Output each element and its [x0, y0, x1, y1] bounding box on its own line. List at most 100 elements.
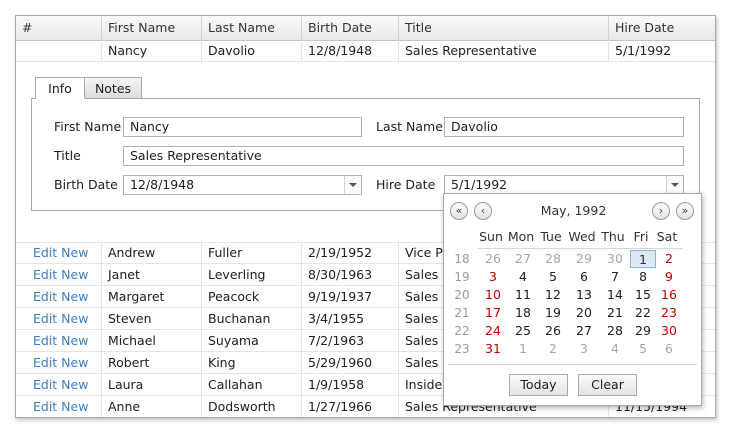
- edit-new-link[interactable]: Edit New: [16, 352, 102, 373]
- calendar-day[interactable]: 14: [602, 286, 628, 304]
- calendar-day[interactable]: 10: [480, 286, 506, 304]
- calendar-day[interactable]: 22: [630, 304, 656, 322]
- tab-info[interactable]: Info: [35, 77, 85, 99]
- calendar-divider: [478, 248, 683, 249]
- birth-date-cell: 12/8/1948: [302, 40, 399, 61]
- chevron-down-icon[interactable]: [344, 176, 361, 194]
- calendar-day[interactable]: 17: [480, 304, 506, 322]
- birth-date-cell: 8/30/1963: [302, 264, 399, 285]
- title-field[interactable]: Sales Representative: [123, 146, 684, 166]
- row-number-cell: [16, 40, 102, 61]
- first-name-cell: Robert: [102, 352, 202, 373]
- column-header-last-name[interactable]: Last Name: [202, 16, 302, 40]
- calendar-day[interactable]: 25: [510, 322, 536, 340]
- last-name-label: Last Name: [376, 119, 443, 134]
- calendar-day[interactable]: 30: [656, 322, 682, 340]
- hire-date-picker[interactable]: 5/1/1992: [444, 175, 684, 195]
- last-name-cell: Davolio: [202, 40, 302, 61]
- calendar-day[interactable]: 4: [510, 268, 536, 286]
- birth-date-cell: 1/9/1958: [302, 374, 399, 395]
- first-name-field[interactable]: Nancy: [123, 117, 362, 137]
- calendar-day[interactable]: 11: [510, 286, 536, 304]
- calendar-day[interactable]: 27: [571, 322, 597, 340]
- last-name-cell: Dodsworth: [202, 396, 302, 417]
- birth-date-picker[interactable]: 12/8/1948: [123, 175, 362, 195]
- calendar-day[interactable]: 27: [510, 250, 536, 268]
- calendar-day[interactable]: 21: [602, 304, 628, 322]
- calendar-day[interactable]: 16: [656, 286, 682, 304]
- double-chevron-left-icon[interactable]: «: [450, 202, 468, 220]
- tab-notes[interactable]: Notes: [84, 77, 142, 99]
- calendar-day[interactable]: 3: [480, 268, 506, 286]
- calendar-day[interactable]: 15: [630, 286, 656, 304]
- calendar-day[interactable]: 5: [630, 340, 656, 358]
- title-label: Title: [54, 148, 81, 163]
- week-number: 20: [454, 288, 470, 302]
- hire-date-value: 5/1/1992: [451, 177, 508, 192]
- day-of-week-header: Sun: [479, 229, 503, 244]
- first-name-label: First Name: [54, 119, 122, 134]
- edit-new-link[interactable]: Edit New: [16, 264, 102, 285]
- edit-new-link[interactable]: Edit New: [16, 330, 102, 351]
- edit-new-link[interactable]: Edit New: [16, 374, 102, 395]
- chevron-right-icon[interactable]: ›: [652, 202, 670, 220]
- edit-new-link[interactable]: Edit New: [16, 396, 102, 417]
- edit-new-link[interactable]: Edit New: [16, 242, 102, 263]
- calendar-day[interactable]: 26: [480, 250, 506, 268]
- column-header-title[interactable]: Title: [399, 16, 609, 40]
- calendar-day[interactable]: 28: [602, 322, 628, 340]
- calendar-day[interactable]: 18: [510, 304, 536, 322]
- week-number: 21: [454, 306, 470, 320]
- last-name-cell: Callahan: [202, 374, 302, 395]
- calendar-day[interactable]: 3: [571, 340, 597, 358]
- calendar-day[interactable]: 5: [540, 268, 566, 286]
- calendar-day[interactable]: 8: [630, 268, 656, 286]
- week-number: 19: [454, 270, 470, 284]
- first-name-cell: Margaret: [102, 286, 202, 307]
- today-button[interactable]: Today: [509, 374, 568, 396]
- calendar-day[interactable]: 19: [540, 304, 566, 322]
- calendar-day[interactable]: 4: [602, 340, 628, 358]
- calendar-day[interactable]: 28: [540, 250, 566, 268]
- birth-date-cell: 5/29/1960: [302, 352, 399, 373]
- grid-header: # First Name Last Name Birth Date Title …: [16, 16, 715, 41]
- double-chevron-right-icon[interactable]: »: [676, 202, 694, 220]
- calendar-day[interactable]: 13: [571, 286, 597, 304]
- last-name-cell: Fuller: [202, 242, 302, 263]
- chevron-left-icon[interactable]: ‹: [474, 202, 492, 220]
- edit-new-link[interactable]: Edit New: [16, 308, 102, 329]
- first-name-cell: Janet: [102, 264, 202, 285]
- calendar-day-selected[interactable]: 1: [630, 250, 656, 268]
- chevron-down-icon[interactable]: [666, 176, 683, 194]
- column-header-number[interactable]: #: [16, 16, 102, 40]
- column-header-first-name[interactable]: First Name: [102, 16, 202, 40]
- calendar-day[interactable]: 24: [480, 322, 506, 340]
- calendar-day[interactable]: 29: [571, 250, 597, 268]
- title-cell: Sales Representative: [399, 40, 609, 61]
- calendar-day[interactable]: 7: [602, 268, 628, 286]
- calendar-day[interactable]: 20: [571, 304, 597, 322]
- calendar-day[interactable]: 31: [480, 340, 506, 358]
- clear-button[interactable]: Clear: [578, 374, 637, 396]
- calendar-day[interactable]: 9: [656, 268, 682, 286]
- column-header-hire-date[interactable]: Hire Date: [609, 16, 715, 40]
- birth-date-cell: 1/27/1966: [302, 396, 399, 417]
- calendar-day[interactable]: 26: [540, 322, 566, 340]
- edit-new-link[interactable]: Edit New: [16, 286, 102, 307]
- table-row-expanded[interactable]: Nancy Davolio 12/8/1948 Sales Representa…: [16, 40, 715, 62]
- calendar-footer-divider: [448, 364, 697, 365]
- calendar-day[interactable]: 12: [540, 286, 566, 304]
- day-of-week-header: Wed: [568, 229, 596, 244]
- last-name-field[interactable]: Davolio: [444, 117, 684, 137]
- calendar-day[interactable]: 29: [630, 322, 656, 340]
- calendar-day[interactable]: 6: [656, 340, 682, 358]
- calendar-day[interactable]: 30: [602, 250, 628, 268]
- first-name-cell: Laura: [102, 374, 202, 395]
- column-header-birth-date[interactable]: Birth Date: [302, 16, 399, 40]
- calendar-day[interactable]: 23: [656, 304, 682, 322]
- hire-date-label: Hire Date: [376, 177, 436, 192]
- calendar-day[interactable]: 6: [571, 268, 597, 286]
- calendar-day[interactable]: 1: [510, 340, 536, 358]
- calendar-day[interactable]: 2: [656, 250, 682, 268]
- calendar-day[interactable]: 2: [540, 340, 566, 358]
